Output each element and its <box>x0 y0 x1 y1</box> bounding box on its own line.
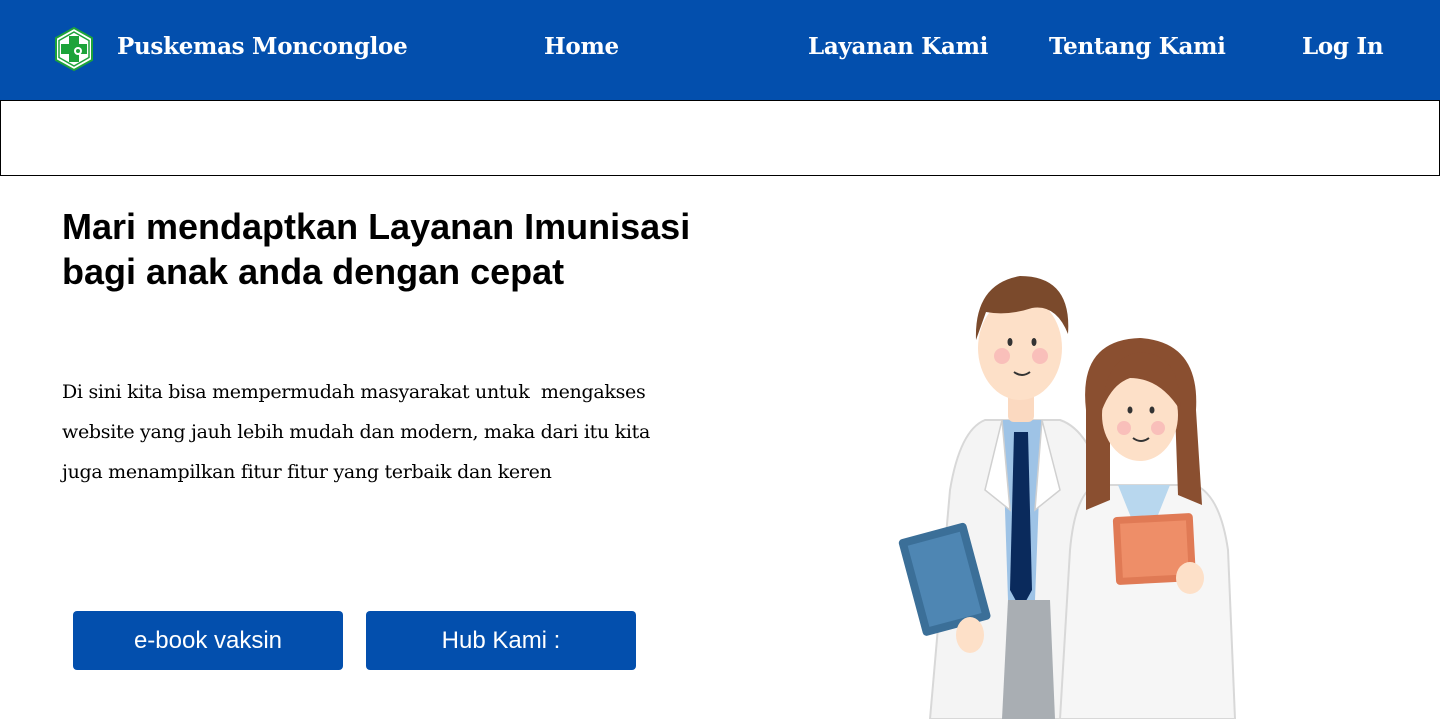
doctors-illustration <box>898 276 1237 719</box>
hero-description-line-3: juga menampilkan fitur fitur yang terbai… <box>62 461 552 483</box>
ebook-vaksin-button[interactable]: e-book vaksin <box>73 611 343 670</box>
top-navbar: Puskemas Moncongloe Home Layanan Kami Te… <box>0 0 1440 100</box>
nav-layanan-kami[interactable]: Layanan Kami <box>808 33 988 60</box>
hero-title-line-2: bagi anak anda dengan cepat <box>62 251 565 292</box>
nav-home[interactable]: Home <box>544 33 619 60</box>
hero-title: Mari mendaptkan Layanan Imunisasi bagi a… <box>62 204 762 294</box>
hero-description-line-2: website yang jauh lebih mudah dan modern… <box>62 421 650 443</box>
empty-banner-box <box>0 100 1440 176</box>
hero-title-line-1: Mari mendaptkan Layanan Imunisasi <box>62 206 691 247</box>
nav-log-in[interactable]: Log In <box>1302 33 1384 60</box>
hub-kami-button[interactable]: Hub Kami : <box>366 611 636 670</box>
nav-tentang-kami[interactable]: Tentang Kami <box>1049 33 1226 60</box>
health-cross-logo-icon[interactable] <box>52 26 96 72</box>
brand-name[interactable]: Puskemas Moncongloe <box>117 33 408 60</box>
hero-description-line-1: Di sini kita bisa mempermudah masyarakat… <box>62 381 646 403</box>
hero-description: Di sini kita bisa mempermudah masyarakat… <box>62 372 702 492</box>
